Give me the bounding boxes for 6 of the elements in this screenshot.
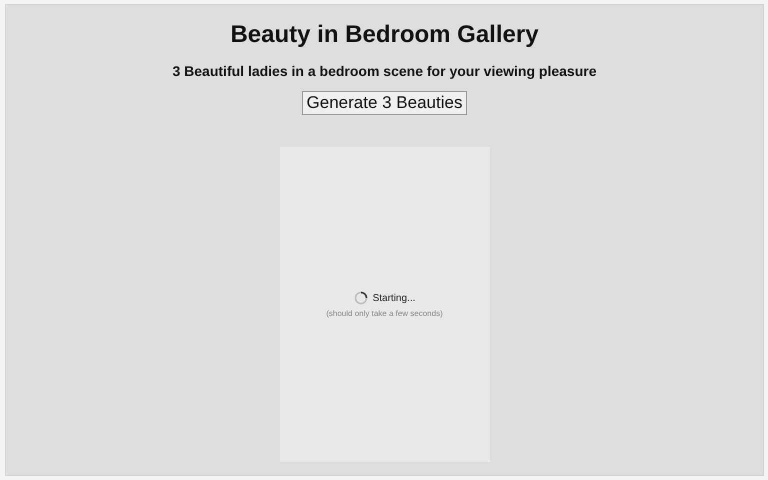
status-text: Starting... [372, 292, 416, 304]
page-title: Beauty in Bedroom Gallery [230, 21, 539, 49]
spinner-icon [354, 291, 368, 305]
hint-text: (should only take a few seconds) [326, 309, 443, 318]
page-subtitle: 3 Beautiful ladies in a bedroom scene for your viewing pleasure [172, 63, 596, 79]
generate-button[interactable]: Generate 3 Beauties [302, 91, 468, 115]
